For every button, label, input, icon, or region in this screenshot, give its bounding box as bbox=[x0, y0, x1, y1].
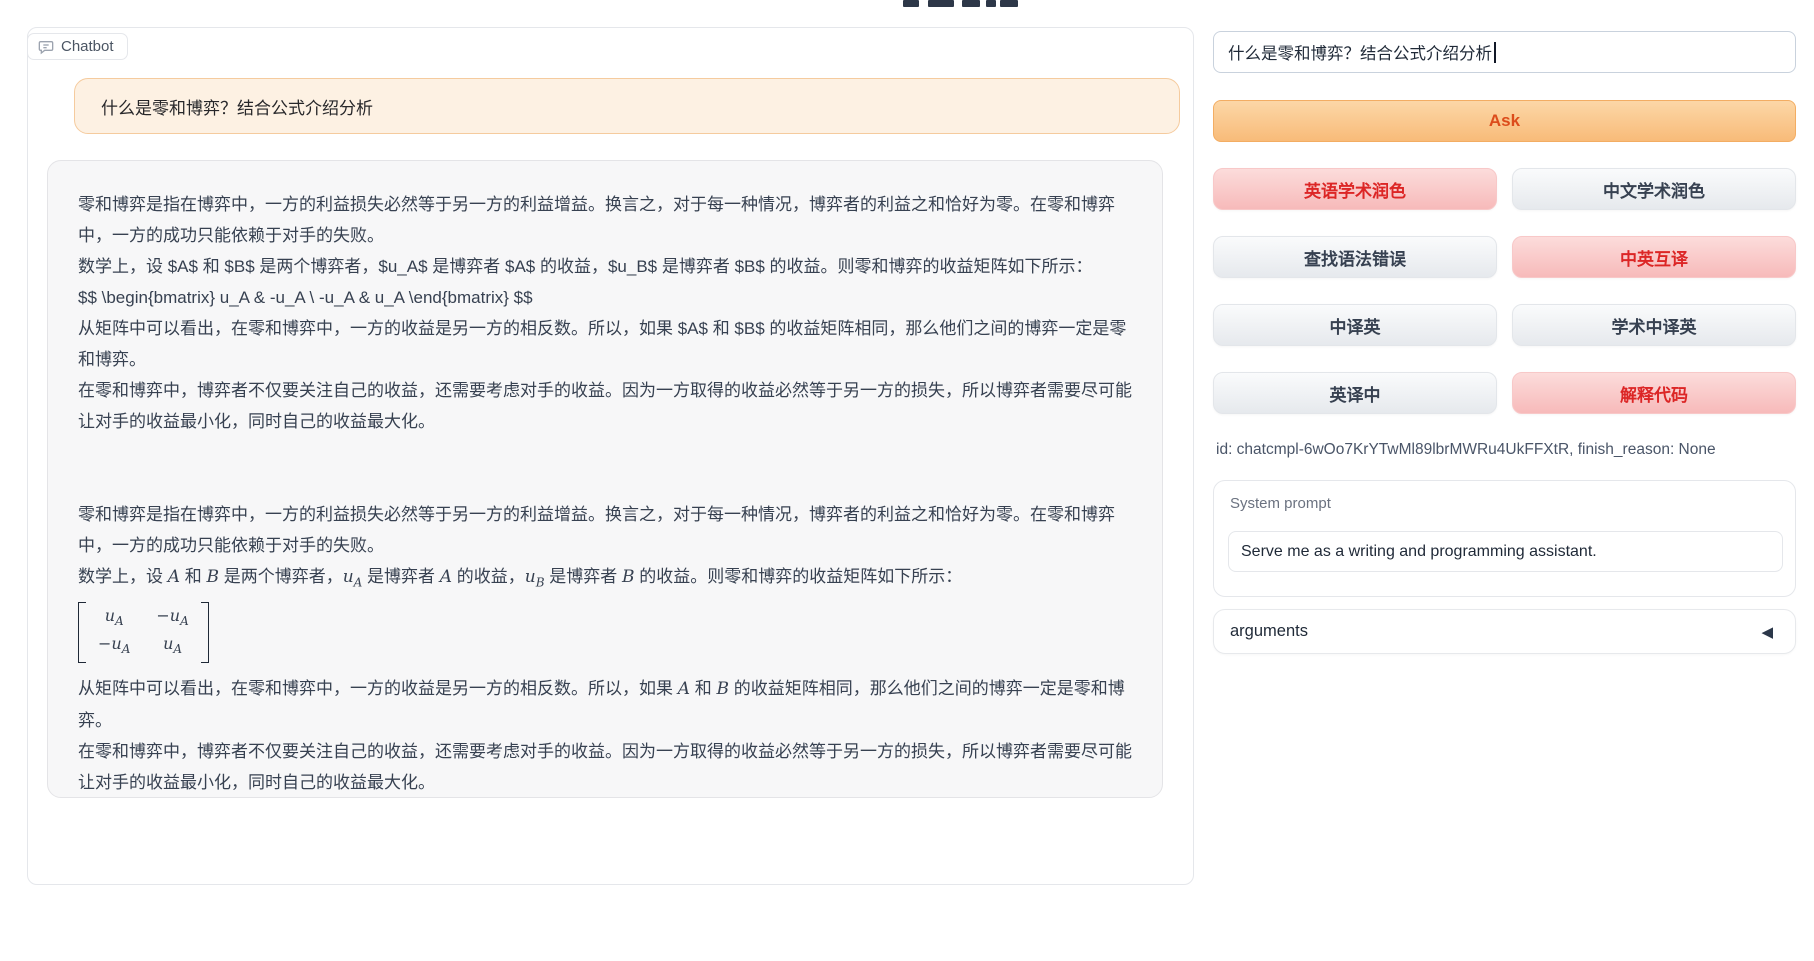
inline-math: A bbox=[440, 567, 452, 587]
system-prompt-input[interactable]: Serve me as a writing and programming as… bbox=[1228, 531, 1783, 572]
arguments-accordion[interactable]: arguments ◀ bbox=[1213, 609, 1796, 654]
user-message-text: 什么是零和博弈？结合公式介绍分析 bbox=[101, 94, 373, 119]
bot-paragraph: 零和博弈是指在博弈中，一方的利益损失必然等于另一方的利益增益。换言之，对于每一种… bbox=[78, 189, 1132, 251]
inline-math: uB bbox=[525, 567, 545, 587]
bot-paragraph: 零和博弈是指在博弈中，一方的利益损失必然等于另一方的利益增益。换言之，对于每一种… bbox=[78, 499, 1132, 561]
inline-math: B bbox=[622, 567, 635, 587]
quick-action-grid: 英语学术润色中文学术润色查找语法错误中英互译中译英学术中译英英译中解释代码 bbox=[1213, 168, 1796, 414]
quick-action-button[interactable]: 解释代码 bbox=[1512, 372, 1796, 414]
quick-action-button[interactable]: 英译中 bbox=[1213, 372, 1497, 414]
system-prompt-label: System prompt bbox=[1230, 495, 1795, 512]
ask-button[interactable]: Ask bbox=[1213, 100, 1796, 142]
payoff-matrix: uA−uA−uAuA bbox=[78, 602, 209, 662]
bot-paragraph: 数学上，设 $A$ 和 $B$ 是两个博弈者，$u_A$ 是博弈者 $A$ 的收… bbox=[78, 251, 1132, 282]
quick-action-button[interactable]: 中英互译 bbox=[1512, 236, 1796, 278]
quick-action-button[interactable]: 查找语法错误 bbox=[1213, 236, 1497, 278]
arguments-accordion-label: arguments bbox=[1230, 622, 1761, 641]
paragraph-gap bbox=[78, 437, 1132, 499]
quick-action-button[interactable]: 中译英 bbox=[1213, 304, 1497, 346]
chatbot-panel: Chatbot 什么是零和博弈？结合公式介绍分析 零和博弈是指在博弈中，一方的利… bbox=[27, 27, 1194, 885]
chatbot-label-text: Chatbot bbox=[61, 38, 114, 55]
ask-button-label: Ask bbox=[1489, 111, 1520, 131]
inline-math: A bbox=[678, 679, 690, 699]
user-message-bubble: 什么是零和博弈？结合公式介绍分析 bbox=[74, 78, 1180, 134]
collapse-arrow-icon: ◀ bbox=[1761, 623, 1773, 641]
system-prompt-box: System prompt Serve me as a writing and … bbox=[1213, 480, 1796, 597]
bot-paragraph: $$ \begin{bmatrix} u_A & -u_A \ -u_A & u… bbox=[78, 282, 1132, 313]
inline-math: −uA bbox=[98, 633, 130, 660]
partial-page-title bbox=[898, 0, 1028, 14]
quick-action-button[interactable]: 中文学术润色 bbox=[1512, 168, 1796, 210]
inline-math: B bbox=[716, 679, 729, 699]
quick-action-button[interactable]: 英语学术润色 bbox=[1213, 168, 1497, 210]
chatbot-panel-label: Chatbot bbox=[27, 33, 128, 60]
bot-message: 零和博弈是指在博弈中，一方的利益损失必然等于另一方的利益增益。换言之，对于每一种… bbox=[78, 189, 1132, 798]
inline-math: uA bbox=[98, 605, 130, 632]
bot-paragraph: 从矩阵中可以看出，在零和博弈中，一方的收益是另一方的相反数。所以，如果 A 和 … bbox=[78, 673, 1132, 736]
bot-paragraph: 从矩阵中可以看出，在零和博弈中，一方的收益是另一方的相反数。所以，如果 $A$ … bbox=[78, 313, 1132, 375]
bot-message-bubble: 零和博弈是指在博弈中，一方的利益损失必然等于另一方的利益增益。换言之，对于每一种… bbox=[47, 160, 1163, 798]
inline-math: uA bbox=[156, 633, 188, 660]
inline-math: −uA bbox=[156, 605, 188, 632]
inline-math: uA bbox=[343, 567, 363, 587]
question-input[interactable]: 什么是零和博弈？结合公式介绍分析 bbox=[1213, 31, 1796, 73]
quick-action-button[interactable]: 学术中译英 bbox=[1512, 304, 1796, 346]
inline-math: B bbox=[206, 567, 219, 587]
inline-math: A bbox=[168, 567, 180, 587]
text-cursor bbox=[1494, 42, 1496, 63]
bot-paragraph: 在零和博弈中，博弈者不仅要关注自己的收益，还需要考虑对手的收益。因为一方取得的收… bbox=[78, 736, 1132, 798]
bot-paragraph: 数学上，设 A 和 B 是两个博弈者，uA 是博弈者 A 的收益，uB 是博弈者… bbox=[78, 561, 1132, 598]
bot-paragraph: 在零和博弈中，博弈者不仅要关注自己的收益，还需要考虑对手的收益。因为一方取得的收… bbox=[78, 375, 1132, 437]
system-prompt-value: Serve me as a writing and programming as… bbox=[1241, 543, 1597, 561]
response-status-line: id: chatcmpl-6wOo7KrYTwMl89lbrMWRu4UkFFX… bbox=[1216, 441, 1796, 459]
question-input-value: 什么是零和博弈？结合公式介绍分析 bbox=[1228, 40, 1492, 64]
chat-bubble-icon bbox=[38, 39, 54, 55]
